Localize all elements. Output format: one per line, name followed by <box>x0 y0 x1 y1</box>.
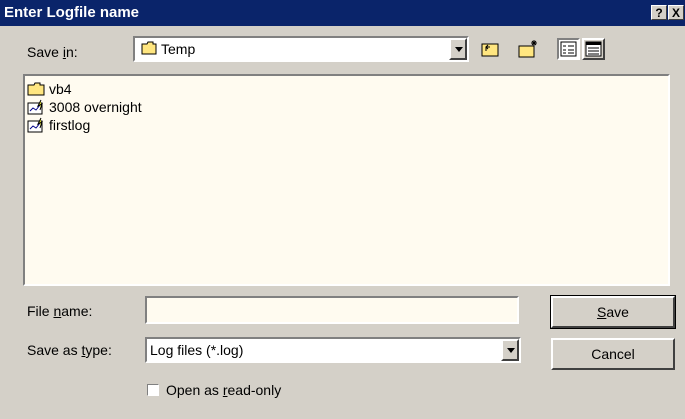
save-button[interactable]: Save <box>550 295 676 329</box>
cancel-button[interactable]: Cancel <box>551 338 675 370</box>
window-title: Enter Logfile name <box>4 4 140 21</box>
help-button[interactable]: ? <box>651 5 667 20</box>
chevron-down-icon[interactable] <box>501 339 519 361</box>
close-button[interactable]: X <box>668 5 684 20</box>
title-bar: Enter Logfile name ? X <box>0 0 685 26</box>
up-one-level-button[interactable] <box>479 38 502 60</box>
readonly-checkbox[interactable] <box>147 384 159 396</box>
save-in-label: Save in: <box>27 44 78 60</box>
readonly-label[interactable]: Open as read-only <box>166 382 281 398</box>
list-view-button[interactable] <box>557 38 580 60</box>
file-name-label: File name: <box>27 303 93 319</box>
file-name-input[interactable] <box>145 296 519 324</box>
log-file-icon <box>27 99 45 118</box>
new-folder-icon <box>518 40 537 58</box>
save-as-type-dropdown[interactable]: Log files (*.log) <box>145 337 521 363</box>
log-file-icon <box>27 117 45 136</box>
new-folder-button[interactable] <box>517 38 540 60</box>
save-as-type-value: Log files (*.log) <box>150 342 244 358</box>
details-view-button[interactable] <box>582 38 605 60</box>
list-view-icon <box>560 41 577 57</box>
folder-icon <box>141 41 157 58</box>
up-one-level-icon <box>481 43 499 57</box>
chevron-down-icon[interactable] <box>449 38 467 60</box>
save-in-dropdown[interactable]: Temp <box>133 36 469 62</box>
save-in-value: Temp <box>161 41 196 57</box>
file-list[interactable]: vb4 3008 overnight firstlog <box>23 74 670 286</box>
details-view-icon <box>585 41 602 57</box>
folder-icon <box>27 81 45 99</box>
save-as-type-label: Save as type: <box>27 342 112 358</box>
